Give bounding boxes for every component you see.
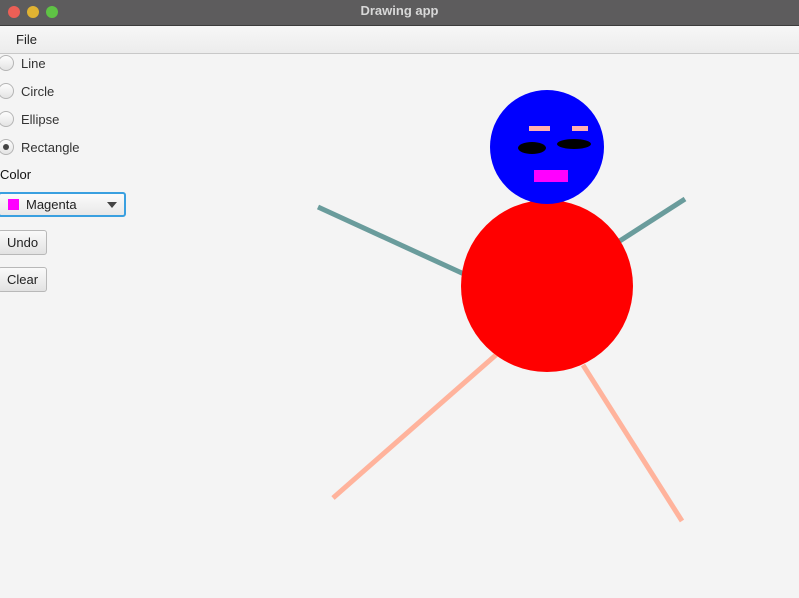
eye-left-ellipse xyxy=(518,142,546,154)
leg-left-line xyxy=(331,352,499,500)
leg-right-line xyxy=(580,363,685,523)
eyebrow-right-rect xyxy=(572,126,588,131)
window-title: Drawing app xyxy=(360,3,439,18)
menu-bar: File xyxy=(0,26,799,54)
drawing-canvas[interactable] xyxy=(0,54,799,598)
arm-right-line xyxy=(613,196,687,247)
app-window: Drawing app File Line Circle Ellipse Rec… xyxy=(0,0,799,598)
title-bar[interactable]: Drawing app xyxy=(0,0,799,26)
menu-file[interactable]: File xyxy=(8,31,45,48)
eye-right-ellipse xyxy=(557,139,591,149)
body-circle xyxy=(461,200,633,372)
eyebrow-left-rect xyxy=(529,126,550,131)
arm-left-line xyxy=(316,204,466,277)
mouth-rect xyxy=(534,170,568,182)
